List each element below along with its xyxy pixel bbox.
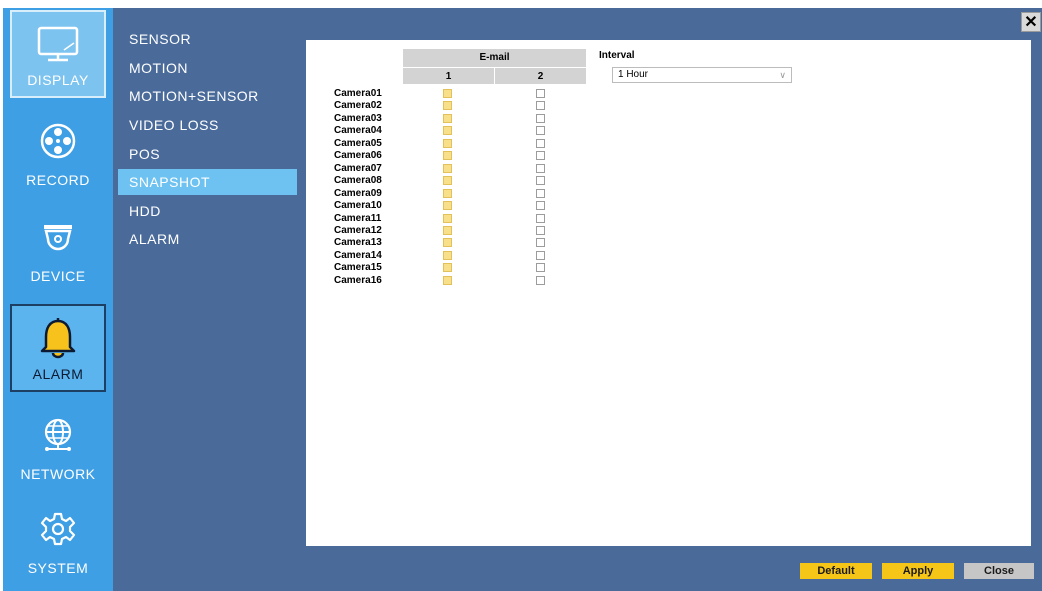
submenu-hdd[interactable]: HDD [118,198,297,224]
email-1-checkbox[interactable] [443,101,452,111]
submenu-alarm[interactable]: ALARM [118,226,297,252]
camera-label: Camera05 [334,137,382,149]
camera-label: Camera16 [334,274,382,286]
apply-button[interactable]: Apply [882,563,954,579]
default-button[interactable]: Default [800,563,872,579]
email-1-checkbox[interactable] [443,151,452,161]
camera-label: Camera06 [334,150,382,162]
nav-device-label: DEVICE [30,268,86,284]
email-2-checkbox[interactable] [536,101,545,111]
interval-select[interactable]: 1 Hour ∨ [612,67,792,83]
email-1-checkbox[interactable] [443,138,452,148]
email-2-checkbox[interactable] [536,250,545,260]
email-1-checkbox[interactable] [443,176,452,186]
email-2-checkbox[interactable] [536,213,545,223]
close-button[interactable]: Close [964,563,1034,579]
camera-label: Camera11 [334,212,382,224]
camera-label: Camera02 [334,100,382,112]
gear-icon [10,506,106,552]
email-2-checkbox[interactable] [536,126,545,136]
email-2-checkbox[interactable] [536,275,545,285]
close-icon[interactable]: ✕ [1021,12,1041,32]
interval-label: Interval [599,50,635,61]
nav-display-label: DISPLAY [27,72,89,88]
nav-record-label: RECORD [26,172,90,188]
email-2-checkbox[interactable] [536,138,545,148]
submenu-sensor[interactable]: SENSOR [118,26,297,52]
email-1-checkbox[interactable] [443,89,452,98]
email-1-checkbox[interactable] [443,163,452,173]
email-2-checkbox[interactable] [536,263,545,273]
camera-label: Camera10 [334,200,382,212]
email-2-checkbox[interactable] [536,89,545,98]
email-column-header-1: 1 [403,67,495,84]
nav-alarm[interactable]: ALARM [10,304,106,392]
email-1-checkbox[interactable] [443,275,452,285]
film-reel-icon [10,118,106,164]
monitor-icon [12,22,104,68]
chevron-down-icon: ∨ [779,70,786,80]
nav-device[interactable]: DEVICE [10,204,106,292]
nav-record[interactable]: RECORD [10,108,106,196]
email-2-checkbox[interactable] [536,201,545,211]
dome-camera-icon [10,214,106,260]
email-2-checkbox[interactable] [536,151,545,161]
nav-display[interactable]: DISPLAY [10,10,106,98]
email-1-checkbox[interactable] [443,126,452,136]
globe-icon [10,412,106,458]
email-2-checkbox[interactable] [536,188,545,198]
alarm-setup-window: DISPLAY RECORD DEVICE ALARM NETWORK SYST… [0,0,1042,591]
email-2-checkbox[interactable] [536,176,545,186]
submenu-video-loss[interactable]: VIDEO LOSS [118,112,297,138]
email-1-checkbox[interactable] [443,263,452,273]
submenu-snapshot[interactable]: SNAPSHOT [118,169,297,195]
email-1-checkbox[interactable] [443,213,452,223]
submenu-motion[interactable]: MOTION [118,55,297,81]
camera-label: Camera14 [334,249,382,261]
camera-label: Camera13 [334,237,382,249]
camera-label: Camera09 [334,187,382,199]
email-1-checkbox[interactable] [443,113,452,123]
submenu-motion-sensor[interactable]: MOTION+SENSOR [118,83,297,109]
camera-label: Camera07 [334,162,382,174]
email-2-checkbox[interactable] [536,113,545,123]
bell-icon [12,316,104,362]
email-1-checkbox[interactable] [443,250,452,260]
nav-network-label: NETWORK [20,466,96,482]
email-group-header: E-mail [403,49,586,67]
email-1-checkbox[interactable] [443,201,452,211]
camera-label: Camera15 [334,262,382,274]
camera-label: Camera03 [334,112,382,124]
camera-label: Camera04 [334,125,382,137]
email-1-checkbox[interactable] [443,238,452,248]
nav-system[interactable]: SYSTEM [10,496,106,584]
email-1-checkbox[interactable] [443,225,452,235]
email-2-checkbox[interactable] [536,238,545,248]
nav-alarm-label: ALARM [32,366,84,382]
camera-label: Camera12 [334,224,382,236]
email-column-header-2: 2 [495,67,586,84]
interval-select-value: 1 Hour [618,69,649,80]
camera-label: Camera08 [334,175,382,187]
nav-network[interactable]: NETWORK [10,402,106,490]
submenu-pos[interactable]: POS [118,141,297,167]
snapshot-settings-panel: E-mail 1 2 Camera01 Camera02 Camera03 Camer… [306,40,1031,546]
camera-label: Camera01 [334,88,382,99]
alarm-submenu: SENSOR MOTION MOTION+SENSOR VIDEO LOSS P… [113,8,303,591]
email-1-checkbox[interactable] [443,188,452,198]
nav-system-label: SYSTEM [27,560,89,576]
email-2-checkbox[interactable] [536,163,545,173]
main-nav-rail: DISPLAY RECORD DEVICE ALARM NETWORK SYST… [3,8,113,591]
email-2-checkbox[interactable] [536,225,545,235]
